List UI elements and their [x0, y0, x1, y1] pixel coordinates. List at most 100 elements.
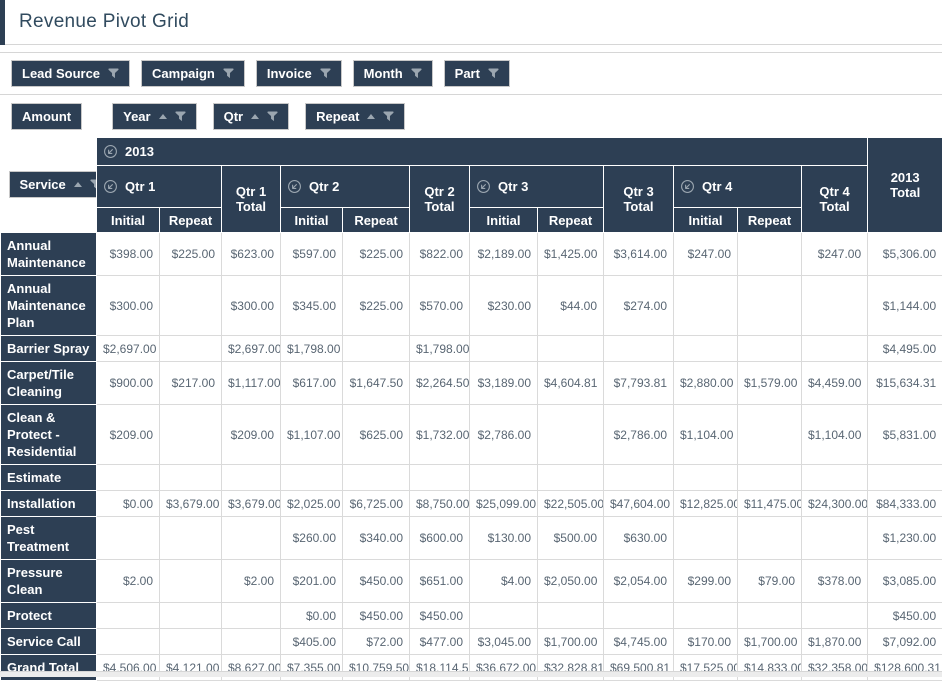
column-header-initial: Initial	[97, 208, 160, 233]
data-cell: $225.00	[343, 276, 410, 336]
data-cell: $225.00	[343, 233, 410, 276]
data-cell	[538, 465, 604, 491]
data-cell	[802, 336, 868, 362]
column-field-year[interactable]: Year	[112, 103, 196, 130]
data-cell: $623.00	[222, 233, 281, 276]
filter-field-part[interactable]: Part	[444, 60, 510, 87]
filter-field-invoice[interactable]: Invoice	[256, 60, 342, 87]
data-cell: $44.00	[538, 276, 604, 336]
data-cell	[868, 465, 942, 491]
column-header-qtr2[interactable]: Qtr 2	[281, 166, 410, 208]
filter-icon[interactable]	[267, 110, 278, 123]
collapse-icon[interactable]	[680, 179, 695, 194]
row-header: Pressure Clean	[1, 560, 97, 603]
data-cell: $274.00	[604, 276, 674, 336]
data-cell: $209.00	[97, 405, 160, 465]
column-header-2013[interactable]: 2013	[97, 138, 868, 166]
data-cell	[160, 517, 222, 560]
data-cell: $1,104.00	[802, 405, 868, 465]
data-cell: $1,700.00	[738, 629, 802, 655]
data-cell: $2,050.00	[538, 560, 604, 603]
data-cell: $1,104.00	[674, 405, 738, 465]
data-cell: $2,025.00	[281, 491, 343, 517]
filter-icon[interactable]	[411, 67, 422, 80]
column-header-initial: Initial	[470, 208, 538, 233]
data-cell	[674, 465, 738, 491]
field-label: Year	[123, 108, 150, 125]
table-row: Annual Maintenance Plan$300.00$300.00$34…	[1, 276, 942, 336]
data-cell	[674, 603, 738, 629]
data-cell: $1,425.00	[538, 233, 604, 276]
column-header-qtr3[interactable]: Qtr 3	[470, 166, 604, 208]
column-header-qtr4-total: Qtr 4 Total	[802, 166, 868, 233]
column-header-repeat: Repeat	[738, 208, 802, 233]
filter-icon[interactable]	[383, 110, 394, 123]
sort-asc-icon	[74, 182, 82, 187]
filter-icon[interactable]	[320, 67, 331, 80]
collapse-icon[interactable]	[103, 144, 118, 159]
filter-icon[interactable]	[90, 178, 97, 191]
filter-icon[interactable]	[488, 67, 499, 80]
data-cell: $630.00	[604, 517, 674, 560]
data-cell: $2,786.00	[604, 405, 674, 465]
column-field-repeat[interactable]: Repeat	[305, 103, 405, 130]
data-cell: $625.00	[343, 405, 410, 465]
filter-field-campaign[interactable]: Campaign	[141, 60, 245, 87]
row-header: Barrier Spray	[1, 336, 97, 362]
data-cell: $617.00	[281, 362, 343, 405]
pivot-body: Annual Maintenance$398.00$225.00$623.00$…	[1, 233, 942, 681]
data-cell: $230.00	[470, 276, 538, 336]
data-cell: $5,831.00	[868, 405, 942, 465]
field-label: Service	[20, 176, 66, 193]
data-cell	[160, 603, 222, 629]
column-header-repeat: Repeat	[160, 208, 222, 233]
data-cell: $1,107.00	[281, 405, 343, 465]
data-cell: $300.00	[222, 276, 281, 336]
filter-icon[interactable]	[108, 67, 119, 80]
column-header-repeat: Repeat	[343, 208, 410, 233]
data-cell	[604, 336, 674, 362]
data-cell: $0.00	[281, 603, 343, 629]
data-cell: $2,054.00	[604, 560, 674, 603]
table-row: Carpet/Tile Cleaning$900.00$217.00$1,117…	[1, 362, 942, 405]
row-header: Annual Maintenance Plan	[1, 276, 97, 336]
column-header-qtr4[interactable]: Qtr 4	[674, 166, 802, 208]
title-bar: Revenue Pivot Grid	[0, 0, 942, 45]
data-cell: $247.00	[674, 233, 738, 276]
data-cell: $12,825.00	[674, 491, 738, 517]
column-header-initial: Initial	[674, 208, 738, 233]
filter-icon[interactable]	[223, 67, 234, 80]
data-cell: $7,793.81	[604, 362, 674, 405]
table-row: Pest Treatment$260.00$340.00$600.00$130.…	[1, 517, 942, 560]
filter-icon[interactable]	[175, 110, 186, 123]
table-row: Estimate	[1, 465, 942, 491]
field-label: Month	[364, 65, 403, 82]
data-field-amount[interactable]: Amount	[11, 103, 82, 130]
row-header: Installation	[1, 491, 97, 517]
row-field-service[interactable]: Service	[9, 171, 97, 198]
collapse-icon[interactable]	[287, 179, 302, 194]
data-cell: $1,579.00	[738, 362, 802, 405]
column-header-label: Qtr 2	[309, 179, 339, 194]
collapse-icon[interactable]	[103, 179, 118, 194]
data-cell	[97, 517, 160, 560]
column-field-qtr[interactable]: Qtr	[213, 103, 290, 130]
filter-field-lead-source[interactable]: Lead Source	[11, 60, 130, 87]
data-cell: $2,264.50	[410, 362, 470, 405]
data-cell: $450.00	[868, 603, 942, 629]
column-header-label: Qtr 1	[125, 179, 155, 194]
data-cell: $570.00	[410, 276, 470, 336]
data-cell: $2.00	[222, 560, 281, 603]
collapse-icon[interactable]	[476, 179, 491, 194]
data-cell: $2,697.00	[222, 336, 281, 362]
data-cell: $130.00	[470, 517, 538, 560]
data-cell	[738, 603, 802, 629]
data-cell: $3,045.00	[470, 629, 538, 655]
table-row: Installation$0.00$3,679.00$3,679.00$2,02…	[1, 491, 942, 517]
data-cell: $72.00	[343, 629, 410, 655]
data-cell	[738, 233, 802, 276]
data-cell: $450.00	[343, 603, 410, 629]
horizontal-scrollbar[interactable]	[0, 671, 942, 677]
column-header-qtr1[interactable]: Qtr 1	[97, 166, 222, 208]
filter-field-month[interactable]: Month	[353, 60, 433, 87]
